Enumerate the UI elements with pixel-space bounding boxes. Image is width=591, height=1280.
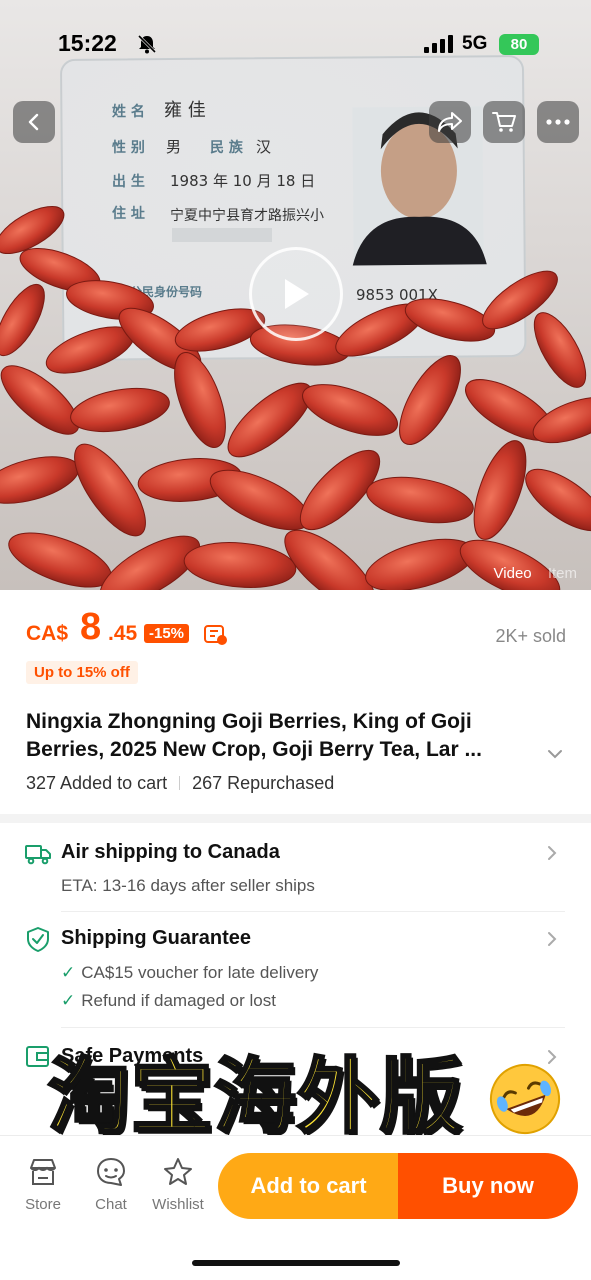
- section-divider: [0, 814, 591, 823]
- tab-video[interactable]: Video: [494, 565, 532, 582]
- coupon-icon[interactable]: [203, 623, 229, 647]
- wishlist-tab[interactable]: Wishlist: [148, 1156, 208, 1213]
- home-indicator[interactable]: [192, 1260, 400, 1266]
- svg-text:1983 年 10 月 18 日: 1983 年 10 月 18 日: [170, 172, 315, 190]
- wishlist-label: Wishlist: [152, 1196, 204, 1213]
- discount-badge: -15%: [144, 624, 190, 643]
- chat-icon: [97, 1158, 125, 1186]
- shipping-row[interactable]: Air shipping to Canada ETA: 13-16 days a…: [0, 836, 591, 906]
- svg-text:雍 佳: 雍 佳: [164, 100, 206, 121]
- chevron-left-icon: [28, 113, 39, 131]
- bell-muted-icon: [137, 34, 157, 54]
- chevron-right-icon: [548, 932, 557, 946]
- back-button[interactable]: [13, 101, 55, 143]
- product-title[interactable]: Ningxia Zhongning Goji Berries, King of …: [26, 708, 536, 764]
- chevron-right-icon: [548, 846, 557, 860]
- product-media-gallery[interactable]: 姓 名 雍 佳 性 别 男 民 族 汉 出 生 1983 年 10 月 18 日…: [0, 0, 591, 590]
- price-decimal: .45: [108, 622, 138, 645]
- tab-item[interactable]: Item: [548, 565, 577, 582]
- star-icon: [164, 1158, 192, 1185]
- svg-text:性 别: 性 别: [112, 139, 145, 156]
- play-icon: [285, 279, 309, 309]
- buy-now-button[interactable]: Buy now: [398, 1153, 578, 1219]
- svg-text:男: 男: [166, 138, 181, 156]
- eta-label: ETA:: [61, 876, 98, 895]
- check-icon: ✓: [61, 991, 76, 1010]
- svg-text:出 生: 出 生: [112, 173, 145, 190]
- store-icon: [30, 1159, 56, 1185]
- more-button[interactable]: [537, 101, 579, 143]
- chat-label: Chat: [95, 1196, 127, 1213]
- signal-icon: [424, 35, 453, 53]
- sold-count: 2K+ sold: [495, 626, 566, 646]
- svg-text:宁夏中宁县育才路振兴小: 宁夏中宁县育才路振兴小: [170, 207, 324, 224]
- shipping-guarantee-row[interactable]: Shipping Guarantee ✓ CA$15 voucher for la…: [0, 922, 591, 1022]
- row-divider: [61, 1027, 565, 1028]
- price-currency: CA$: [26, 622, 69, 645]
- promo-badge: Up to 15% off: [26, 661, 138, 684]
- product-stats: 327 Added to cart 267 Repurchased: [26, 773, 334, 794]
- rofl-emoji-icon: [490, 1064, 560, 1134]
- share-button[interactable]: [429, 101, 471, 143]
- chat-tab[interactable]: Chat: [81, 1156, 141, 1213]
- share-icon: [438, 112, 462, 132]
- guarantee-title: Shipping Guarantee: [61, 927, 252, 949]
- media-tabs: Video Item: [482, 565, 577, 582]
- guarantee-item: ✓ Refund if damaged or lost: [61, 991, 276, 1010]
- stats-divider: [179, 776, 181, 790]
- shipping-title: Air shipping to Canada: [61, 841, 280, 863]
- svg-text:汉: 汉: [256, 138, 271, 156]
- cart-button[interactable]: [483, 101, 525, 143]
- truck-icon: [25, 845, 51, 865]
- overlay-caption: 淘宝海外版: [46, 1049, 464, 1147]
- eta-value: 13-16 days after seller ships: [102, 876, 315, 895]
- svg-text:民 族: 民 族: [210, 139, 244, 156]
- play-video-button[interactable]: [249, 247, 343, 341]
- repurchased-count: 267 Repurchased: [192, 773, 335, 793]
- svg-text:住 址: 住 址: [112, 205, 145, 222]
- svg-text:姓 名: 姓 名: [112, 103, 145, 120]
- status-time: 15:22: [58, 30, 117, 56]
- eta-text: ETA: 13-16 days after seller ships: [61, 876, 315, 896]
- battery-indicator: 80: [499, 34, 539, 55]
- bottom-action-bar: Store Chat Wishlist Add to cart Buy now: [0, 1135, 591, 1280]
- added-to-cart-count: 327 Added to cart: [26, 773, 168, 793]
- shield-check-icon: [27, 927, 49, 952]
- guarantee-item: ✓ CA$15 voucher for late delivery: [61, 963, 319, 982]
- chevron-down-icon[interactable]: [546, 745, 564, 763]
- network-label: 5G: [462, 33, 488, 54]
- more-icon: [546, 119, 570, 125]
- price-row: CA$ 8 .45 -15% 2K+ sold: [26, 606, 566, 656]
- row-divider: [61, 911, 565, 912]
- check-icon: ✓: [61, 963, 76, 982]
- store-label: Store: [25, 1196, 61, 1213]
- price-integer: 8: [80, 606, 102, 648]
- add-to-cart-button[interactable]: Add to cart: [218, 1153, 399, 1219]
- store-tab[interactable]: Store: [13, 1156, 73, 1213]
- cart-icon: [492, 112, 516, 132]
- status-bar: 15:22 5G 80: [0, 0, 591, 90]
